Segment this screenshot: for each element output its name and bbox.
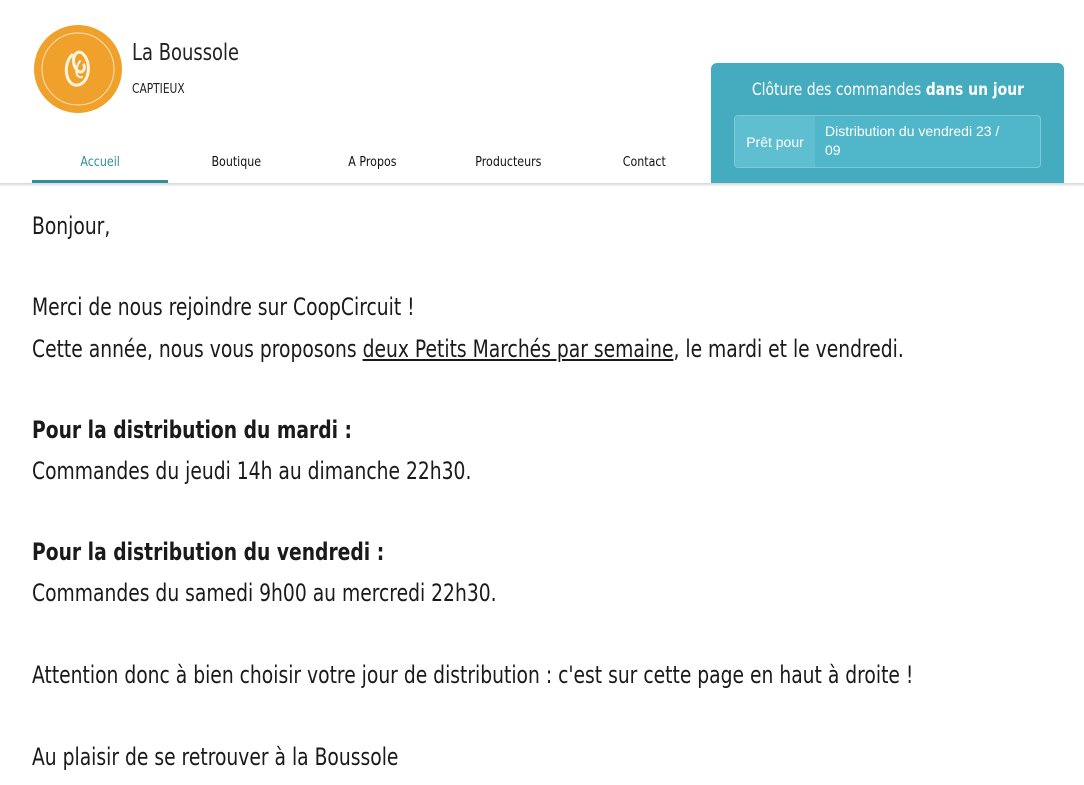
ready-for-label: Prêt pour [735, 116, 815, 167]
nav-label: Producteurs [474, 153, 542, 170]
friday-heading: Pour la distribution du vendredi : [32, 538, 384, 566]
intro-before: Cette année, nous vous proposons [32, 335, 363, 363]
header-divider [0, 183, 1084, 187]
orders-closing-title: Clôture des commandes dans un jour [711, 80, 1064, 100]
nav-item-producteurs[interactable]: Producteurs [440, 140, 576, 183]
friday-text: Commandes du samedi 9h00 au mercredi 22h… [32, 579, 497, 607]
tuesday-heading: Pour la distribution du mardi : [32, 416, 352, 444]
tuesday-heading-text: Pour la distribution du mardi : [32, 416, 353, 444]
intro-after: , le mardi et le vendredi. [673, 335, 904, 363]
main-nav: Accueil Boutique A Propos Producteurs Co… [32, 140, 712, 183]
nav-item-boutique[interactable]: Boutique [168, 140, 304, 183]
nav-item-accueil[interactable]: Accueil [32, 140, 168, 183]
nav-label: Boutique [211, 153, 261, 170]
shop-name[interactable]: La Boussole [132, 40, 239, 66]
distribution-selector[interactable]: Prêt pour Distribution du vendredi 23 / … [734, 115, 1041, 168]
orders-closing-panel: Clôture des commandes dans un jour Prêt … [711, 63, 1064, 183]
attention-text: Attention donc à bien choisir votre jour… [32, 661, 914, 689]
nav-label: Contact [622, 153, 666, 170]
site-header: La Boussole CAPTIEUX Accueil Boutique A … [0, 0, 1084, 183]
nav-item-contact[interactable]: Contact [576, 140, 712, 183]
closing-text: Clôture des commandes [751, 80, 921, 100]
friday-heading-text: Pour la distribution du vendredi : [32, 538, 385, 566]
greeting-text: Bonjour, [32, 212, 111, 240]
markets-link[interactable]: deux Petits Marchés par semaine [363, 335, 674, 363]
compass-logo-icon [41, 32, 115, 106]
nav-item-a-propos[interactable]: A Propos [304, 140, 440, 183]
distribution-line-1: Distribution du vendredi 23 / [825, 123, 1000, 139]
closing-text: Au plaisir de se retrouver à la Boussole [32, 743, 399, 771]
selected-distribution: Distribution du vendredi 23 / 09 [825, 122, 1025, 160]
tuesday-text: Commandes du jeudi 14h au dimanche 22h30… [32, 457, 472, 485]
shop-logo[interactable] [34, 25, 122, 113]
nav-label: A Propos [347, 153, 397, 170]
shop-city: CAPTIEUX [132, 82, 185, 97]
welcome-text: Merci de nous rejoindre sur CoopCircuit … [32, 293, 415, 321]
intro-text: Cette année, nous vous proposons deux Pe… [32, 335, 904, 363]
closing-deadline: dans un jour [925, 80, 1024, 100]
distribution-line-2: 09 [825, 142, 841, 158]
nav-label: Accueil [80, 153, 120, 170]
